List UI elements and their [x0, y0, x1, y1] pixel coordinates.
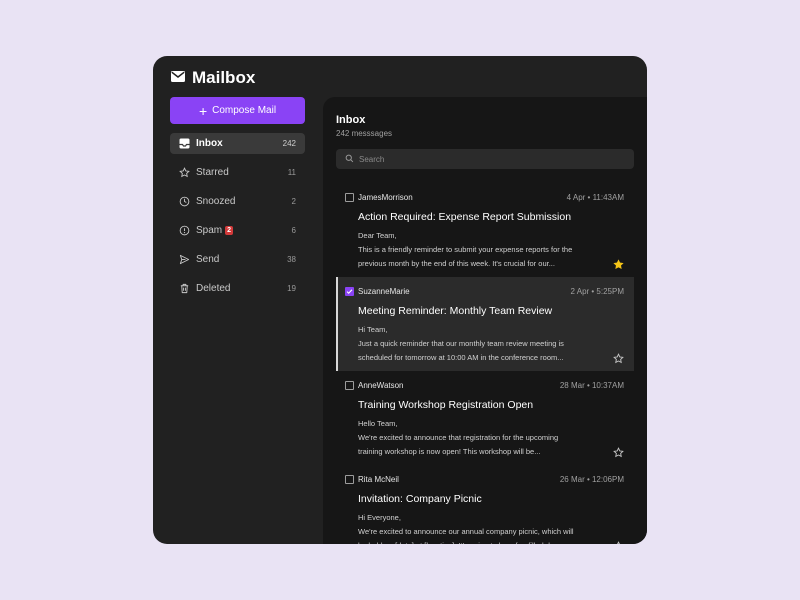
compose-mail-label: Compose Mail — [212, 105, 277, 116]
envelope-icon — [171, 69, 185, 87]
star-icon[interactable] — [613, 445, 624, 458]
mail-subject: Invitation: Company Picnic — [358, 493, 482, 505]
plus-icon: + — [198, 102, 208, 119]
search-bar — [336, 149, 634, 169]
trash-icon — [179, 283, 190, 294]
mail-greeting: Hi Everyone, — [358, 513, 401, 522]
sidebar-item-starred[interactable]: Starred 11 — [170, 162, 305, 183]
star-filled-icon[interactable] — [613, 257, 624, 270]
mail-checkbox[interactable] — [345, 381, 354, 390]
mail-greeting: Hello Team, — [358, 419, 398, 428]
sidebar-item-inbox[interactable]: Inbox 242 — [170, 133, 305, 154]
mail-checkbox-checked[interactable] — [345, 287, 354, 296]
mail-sender: SuzanneMarie — [358, 287, 410, 296]
mail-preview: Just a quick reminder that our monthly t… — [358, 339, 564, 362]
check-icon — [346, 289, 353, 295]
sidebar-item-label: Deleted — [196, 283, 231, 294]
mail-subject: Meeting Reminder: Monthly Team Review — [358, 305, 553, 317]
sidebar-item-label: Send — [196, 254, 220, 265]
app-title: Mailbox — [192, 68, 256, 87]
sidebar-item-count: 6 — [291, 226, 296, 235]
message-count: 242 messsages — [336, 129, 393, 138]
sidebar-item-count: 38 — [287, 255, 296, 264]
mail-list-item[interactable]: JamesMorrison 4 Apr • 11:43AM Action Req… — [336, 183, 634, 277]
mail-sender: AnneWatson — [358, 381, 404, 390]
mail-app-window: Mailbox + Compose Mail Inbox 242 Starred… — [153, 56, 647, 544]
sidebar-item-label: Snoozed — [196, 196, 236, 207]
sidebar-item-count: 19 — [287, 284, 296, 293]
mail-date: 2 Apr • 5:25PM — [570, 287, 625, 296]
mail-date: 26 Mar • 12:06PM — [559, 475, 624, 484]
mail-date: 28 Mar • 10:37AM — [559, 381, 624, 390]
mail-greeting: Dear Team, — [358, 231, 397, 240]
inbox-panel: Inbox 242 messsages JamesMorrison 4 Apr … — [323, 97, 647, 544]
sidebar-item-deleted[interactable]: Deleted 19 — [170, 278, 305, 299]
mail-sender: JamesMorrison — [358, 193, 413, 202]
mail-checkbox[interactable] — [345, 475, 354, 484]
sidebar-item-send[interactable]: Send 38 — [170, 249, 305, 270]
sidebar-item-snoozed[interactable]: Snoozed 2 — [170, 191, 305, 212]
mail-list-item[interactable]: AnneWatson 28 Mar • 10:37AM Training Wor… — [336, 371, 634, 465]
search-input[interactable] — [359, 154, 629, 164]
star-icon[interactable] — [613, 351, 624, 364]
mail-date: 4 Apr • 11:43AM — [566, 193, 624, 202]
sidebar-item-count: 242 — [282, 139, 296, 148]
star-icon — [179, 167, 190, 178]
sidebar-item-spam[interactable]: Spam 2 6 — [170, 220, 305, 241]
search-icon — [345, 150, 354, 168]
alert-circle-icon — [179, 225, 190, 236]
sidebar-item-label: Starred — [196, 167, 229, 178]
mail-greeting: Hi Team, — [358, 325, 388, 334]
brand: Mailbox — [171, 68, 255, 88]
sidebar-item-label: Spam — [196, 225, 223, 236]
mail-list-item-selected[interactable]: SuzanneMarie 2 Apr • 5:25PM Meeting Remi… — [336, 277, 634, 371]
clock-icon — [179, 196, 190, 207]
inbox-icon — [179, 138, 190, 149]
mail-preview: We're excited to announce that registrat… — [358, 433, 559, 456]
compose-mail-button[interactable]: + Compose Mail — [170, 97, 305, 124]
sidebar-item-count: 11 — [287, 168, 296, 177]
mail-sender: Rita McNeil — [358, 475, 399, 484]
mail-checkbox[interactable] — [345, 193, 354, 202]
mail-preview: We're excited to announce our annual com… — [358, 527, 574, 544]
spam-unread-badge: 2 — [225, 226, 234, 235]
sidebar-item-count: 2 — [291, 197, 296, 206]
sidebar-nav: Inbox 242 Starred 11 Snoozed 2 Spam 2 6 … — [170, 133, 305, 307]
send-icon — [179, 254, 190, 265]
mail-preview: This is a friendly reminder to submit yo… — [358, 245, 573, 268]
sidebar-item-label: Inbox — [196, 138, 223, 149]
mail-subject: Training Workshop Registration Open — [358, 399, 534, 411]
mail-subject: Action Required: Expense Report Submissi… — [358, 211, 572, 223]
star-icon[interactable] — [613, 539, 624, 544]
page-title: Inbox — [336, 114, 366, 126]
mail-list-item[interactable]: Rita McNeil 26 Mar • 12:06PM Invitation:… — [336, 465, 634, 544]
